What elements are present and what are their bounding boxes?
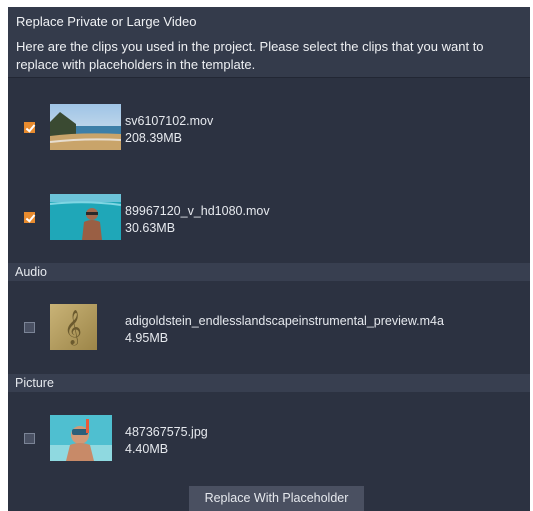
clip-checkbox[interactable] bbox=[24, 433, 35, 444]
dialog-header: Replace Private or Large Video Here are … bbox=[8, 7, 530, 77]
dialog-description: Here are the clips you used in the proje… bbox=[16, 39, 484, 72]
svg-text:𝄞: 𝄞 bbox=[64, 310, 82, 346]
clip-row-picture-1: 487367575.jpg 4.40MB bbox=[8, 398, 530, 478]
section-header-picture: Picture bbox=[8, 374, 530, 392]
clip-row-video-1: sv6107102.mov 208.39MB bbox=[8, 89, 530, 169]
clip-row-video-2: 89967120_v_hd1080.mov 30.63MB bbox=[8, 179, 530, 259]
section-label: Picture bbox=[15, 376, 54, 390]
clip-row-audio-1: 𝄞 adigoldstein_endlesslandscapeinstrumen… bbox=[8, 287, 530, 367]
clip-filename: 89967120_v_hd1080.mov bbox=[125, 204, 270, 218]
clip-filesize: 4.40MB bbox=[125, 442, 169, 456]
clip-filesize: 4.95MB bbox=[125, 331, 169, 345]
clip-checkbox[interactable] bbox=[24, 122, 35, 133]
clip-filesize: 208.39MB bbox=[125, 131, 182, 145]
video-thumbnail-beach bbox=[50, 104, 121, 150]
picture-thumbnail-snorkel bbox=[50, 415, 112, 461]
clip-checkbox[interactable] bbox=[24, 322, 35, 333]
clip-filesize: 30.63MB bbox=[125, 221, 176, 235]
dialog-title: Replace Private or Large Video bbox=[16, 14, 197, 29]
clip-filename: 487367575.jpg bbox=[125, 425, 208, 439]
replace-dialog: Replace Private or Large Video Here are … bbox=[8, 7, 530, 511]
replace-with-placeholder-button[interactable]: Replace With Placeholder bbox=[189, 486, 364, 511]
section-header-audio: Audio bbox=[8, 263, 530, 281]
music-note-icon: 𝄞 bbox=[50, 304, 97, 350]
header-divider bbox=[8, 77, 530, 78]
clip-checkbox[interactable] bbox=[24, 212, 35, 223]
clip-filename: adigoldstein_endlesslandscapeinstrumenta… bbox=[125, 314, 444, 328]
clip-filename: sv6107102.mov bbox=[125, 114, 214, 128]
section-label: Audio bbox=[15, 265, 47, 279]
video-thumbnail-swimmer bbox=[50, 194, 121, 240]
